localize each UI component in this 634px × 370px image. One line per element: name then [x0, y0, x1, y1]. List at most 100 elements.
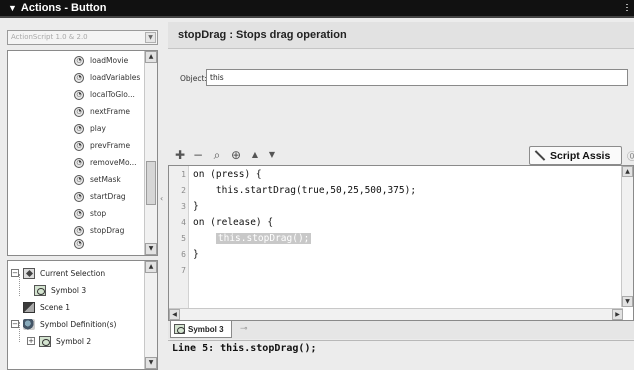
symbol-icon	[174, 324, 185, 334]
action-description: stopDrag : Stops drag operation	[178, 29, 347, 41]
splitter-handle-icon[interactable]: ‹	[160, 194, 164, 220]
list-item-label: loadMovie	[90, 56, 129, 65]
list-item[interactable]: ◔ prevFrame	[74, 137, 130, 154]
scroll-left-icon[interactable]: ◀	[169, 309, 180, 320]
move-up-icon[interactable]: ▲	[248, 148, 262, 162]
list-item-label: removeMo...	[90, 158, 137, 167]
tree-node-symbol2[interactable]: + Symbol 2	[27, 333, 91, 349]
collapse-icon[interactable]: −	[11, 269, 19, 277]
list-item[interactable]: ◔ removeMo...	[74, 154, 137, 171]
action-bullet-icon: ◔	[74, 208, 84, 219]
list-item[interactable]: ◔ loadMovie	[74, 52, 128, 69]
scroll-thumb[interactable]	[146, 161, 156, 205]
collapse-icon[interactable]: −	[11, 320, 19, 328]
action-bullet-icon: ◔	[74, 72, 84, 83]
action-bullet-icon: ◔	[74, 225, 84, 236]
pin-script-icon[interactable]: ⊸	[240, 324, 248, 334]
tree-node-current-selection[interactable]: − Current Selection	[11, 265, 105, 281]
actionscript-version-select[interactable]: ActionScript 1.0 & 2.0 ▼	[7, 30, 158, 45]
version-select-value: ActionScript 1.0 & 2.0	[11, 33, 88, 41]
scroll-up-icon[interactable]: ▲	[622, 166, 633, 177]
code-line-selected[interactable]: 5 this.stopDrag();	[169, 232, 619, 245]
list-item[interactable]: ◔ nextFrame	[74, 103, 130, 120]
status-bar: Line 5: this.stopDrag();	[168, 340, 634, 356]
list-item-label: stop	[90, 209, 107, 218]
tab-symbol3[interactable]: Symbol 3	[170, 321, 232, 338]
scroll-down-icon[interactable]: ▼	[145, 357, 157, 369]
action-bullet-icon: ◔	[74, 174, 84, 185]
script-assist-label: Script Assis	[550, 149, 611, 162]
object-input[interactable]: this	[206, 69, 628, 86]
list-item-partial[interactable]: ◔	[74, 239, 90, 249]
editor-horizontal-scrollbar[interactable]: ◀ ▶	[169, 308, 623, 320]
action-bullet-icon: ◔	[74, 89, 84, 100]
list-item[interactable]: ◔ stopDrag	[74, 222, 124, 239]
scroll-right-icon[interactable]: ▶	[612, 309, 623, 320]
tree-node-scene1[interactable]: Scene 1	[23, 299, 70, 315]
scroll-up-icon[interactable]: ▲	[145, 51, 157, 63]
list-item-label: loadVariables	[90, 73, 141, 82]
line-number: 4	[181, 218, 186, 227]
line-number: 7	[181, 266, 186, 275]
list-item[interactable]: ◔ startDrag	[74, 188, 126, 205]
list-item[interactable]: ◔ localToGlo...	[74, 86, 135, 103]
list-item[interactable]: ◔ loadVariables	[74, 69, 140, 86]
panel-grip-icon[interactable]	[626, 4, 628, 13]
script-navigator-tree[interactable]: − Current Selection Symbol 3 Scene 1 − S…	[7, 260, 158, 370]
line-number: 5	[181, 234, 186, 243]
list-item[interactable]: ◔ stop	[74, 205, 106, 222]
script-assist-button[interactable]: Script Assis	[529, 146, 622, 165]
move-down-icon[interactable]: ▼	[265, 148, 279, 162]
action-bullet-icon: ◔	[74, 140, 84, 151]
script-toolbar: ✚ − ⌕ ⊕ ▲ ▼ Script Assis ⓪	[168, 146, 634, 166]
scroll-down-icon[interactable]: ▼	[145, 243, 157, 255]
list-item-label: nextFrame	[90, 107, 130, 116]
expand-icon[interactable]: +	[27, 337, 35, 345]
target-path-icon[interactable]: ⊕	[229, 148, 243, 162]
script-tab-bar: Symbol 3 ⊸	[168, 321, 634, 339]
panel-title: Actions - Button	[20, 2, 107, 14]
collapse-triangle-icon[interactable]: ▼	[8, 3, 17, 13]
chevron-down-icon[interactable]: ▼	[145, 32, 156, 43]
code-line[interactable]: 3}	[169, 200, 619, 213]
tree-node-label: Symbol 3	[51, 285, 87, 295]
scroll-down-icon[interactable]: ▼	[622, 296, 633, 307]
code-line[interactable]: 1 on (press) {	[169, 168, 619, 181]
editor-vertical-scrollbar[interactable]: ▲ ▼	[621, 166, 633, 307]
code-line[interactable]: 6}	[169, 248, 619, 261]
tree-node-label: Symbol 2	[56, 336, 92, 346]
code-line[interactable]: 4 on (release) {	[169, 216, 619, 229]
add-icon[interactable]: ✚	[173, 148, 187, 162]
code-line[interactable]: 2 this.startDrag(true,50,25,500,375);	[169, 184, 619, 197]
actions-list-scrollbar[interactable]: ▲ ▼	[144, 51, 157, 255]
scroll-up-icon[interactable]: ▲	[145, 261, 157, 273]
code-text: }	[193, 201, 199, 212]
code-line[interactable]: 7	[169, 264, 619, 277]
right-panel: stopDrag : Stops drag operation Object: …	[168, 22, 634, 356]
code-text: this.startDrag(true,50,25,500,375);	[193, 185, 417, 196]
selection-icon	[23, 267, 35, 279]
actions-toolbox-list[interactable]: ◔ loadMovie ◔ loadVariables ◔ localToGlo...…	[7, 50, 158, 256]
tree-node-symbol-definitions[interactable]: − Symbol Definition(s)	[11, 316, 116, 332]
line-number: 2	[181, 186, 186, 195]
selected-code[interactable]: this.stopDrag();	[215, 233, 312, 244]
list-item-label: setMask	[90, 175, 121, 184]
symbol-icon	[34, 284, 46, 296]
list-item[interactable]: ◔ setMask	[74, 171, 121, 188]
remove-icon[interactable]: −	[191, 148, 205, 162]
list-item-label: localToGlo...	[90, 90, 135, 99]
help-icon[interactable]: ⓪	[627, 148, 634, 163]
code-text: }	[193, 249, 199, 260]
symbol-definitions-icon	[23, 318, 35, 330]
tree-node-symbol3[interactable]: Symbol 3	[34, 282, 86, 298]
line-number: 1	[181, 170, 186, 179]
status-text: Line 5: this.stopDrag();	[172, 343, 317, 354]
tree-scrollbar[interactable]: ▲ ▼	[144, 261, 157, 369]
action-bullet-icon: ◔	[74, 106, 84, 117]
panel-titlebar[interactable]: ▼ Actions - Button	[0, 0, 634, 18]
find-icon[interactable]: ⌕	[210, 148, 224, 162]
action-bullet-icon: ◔	[74, 123, 84, 134]
code-editor[interactable]: 1 on (press) { 2 this.startDrag(true,50,2…	[168, 165, 634, 321]
list-item[interactable]: ◔ play	[74, 120, 106, 137]
